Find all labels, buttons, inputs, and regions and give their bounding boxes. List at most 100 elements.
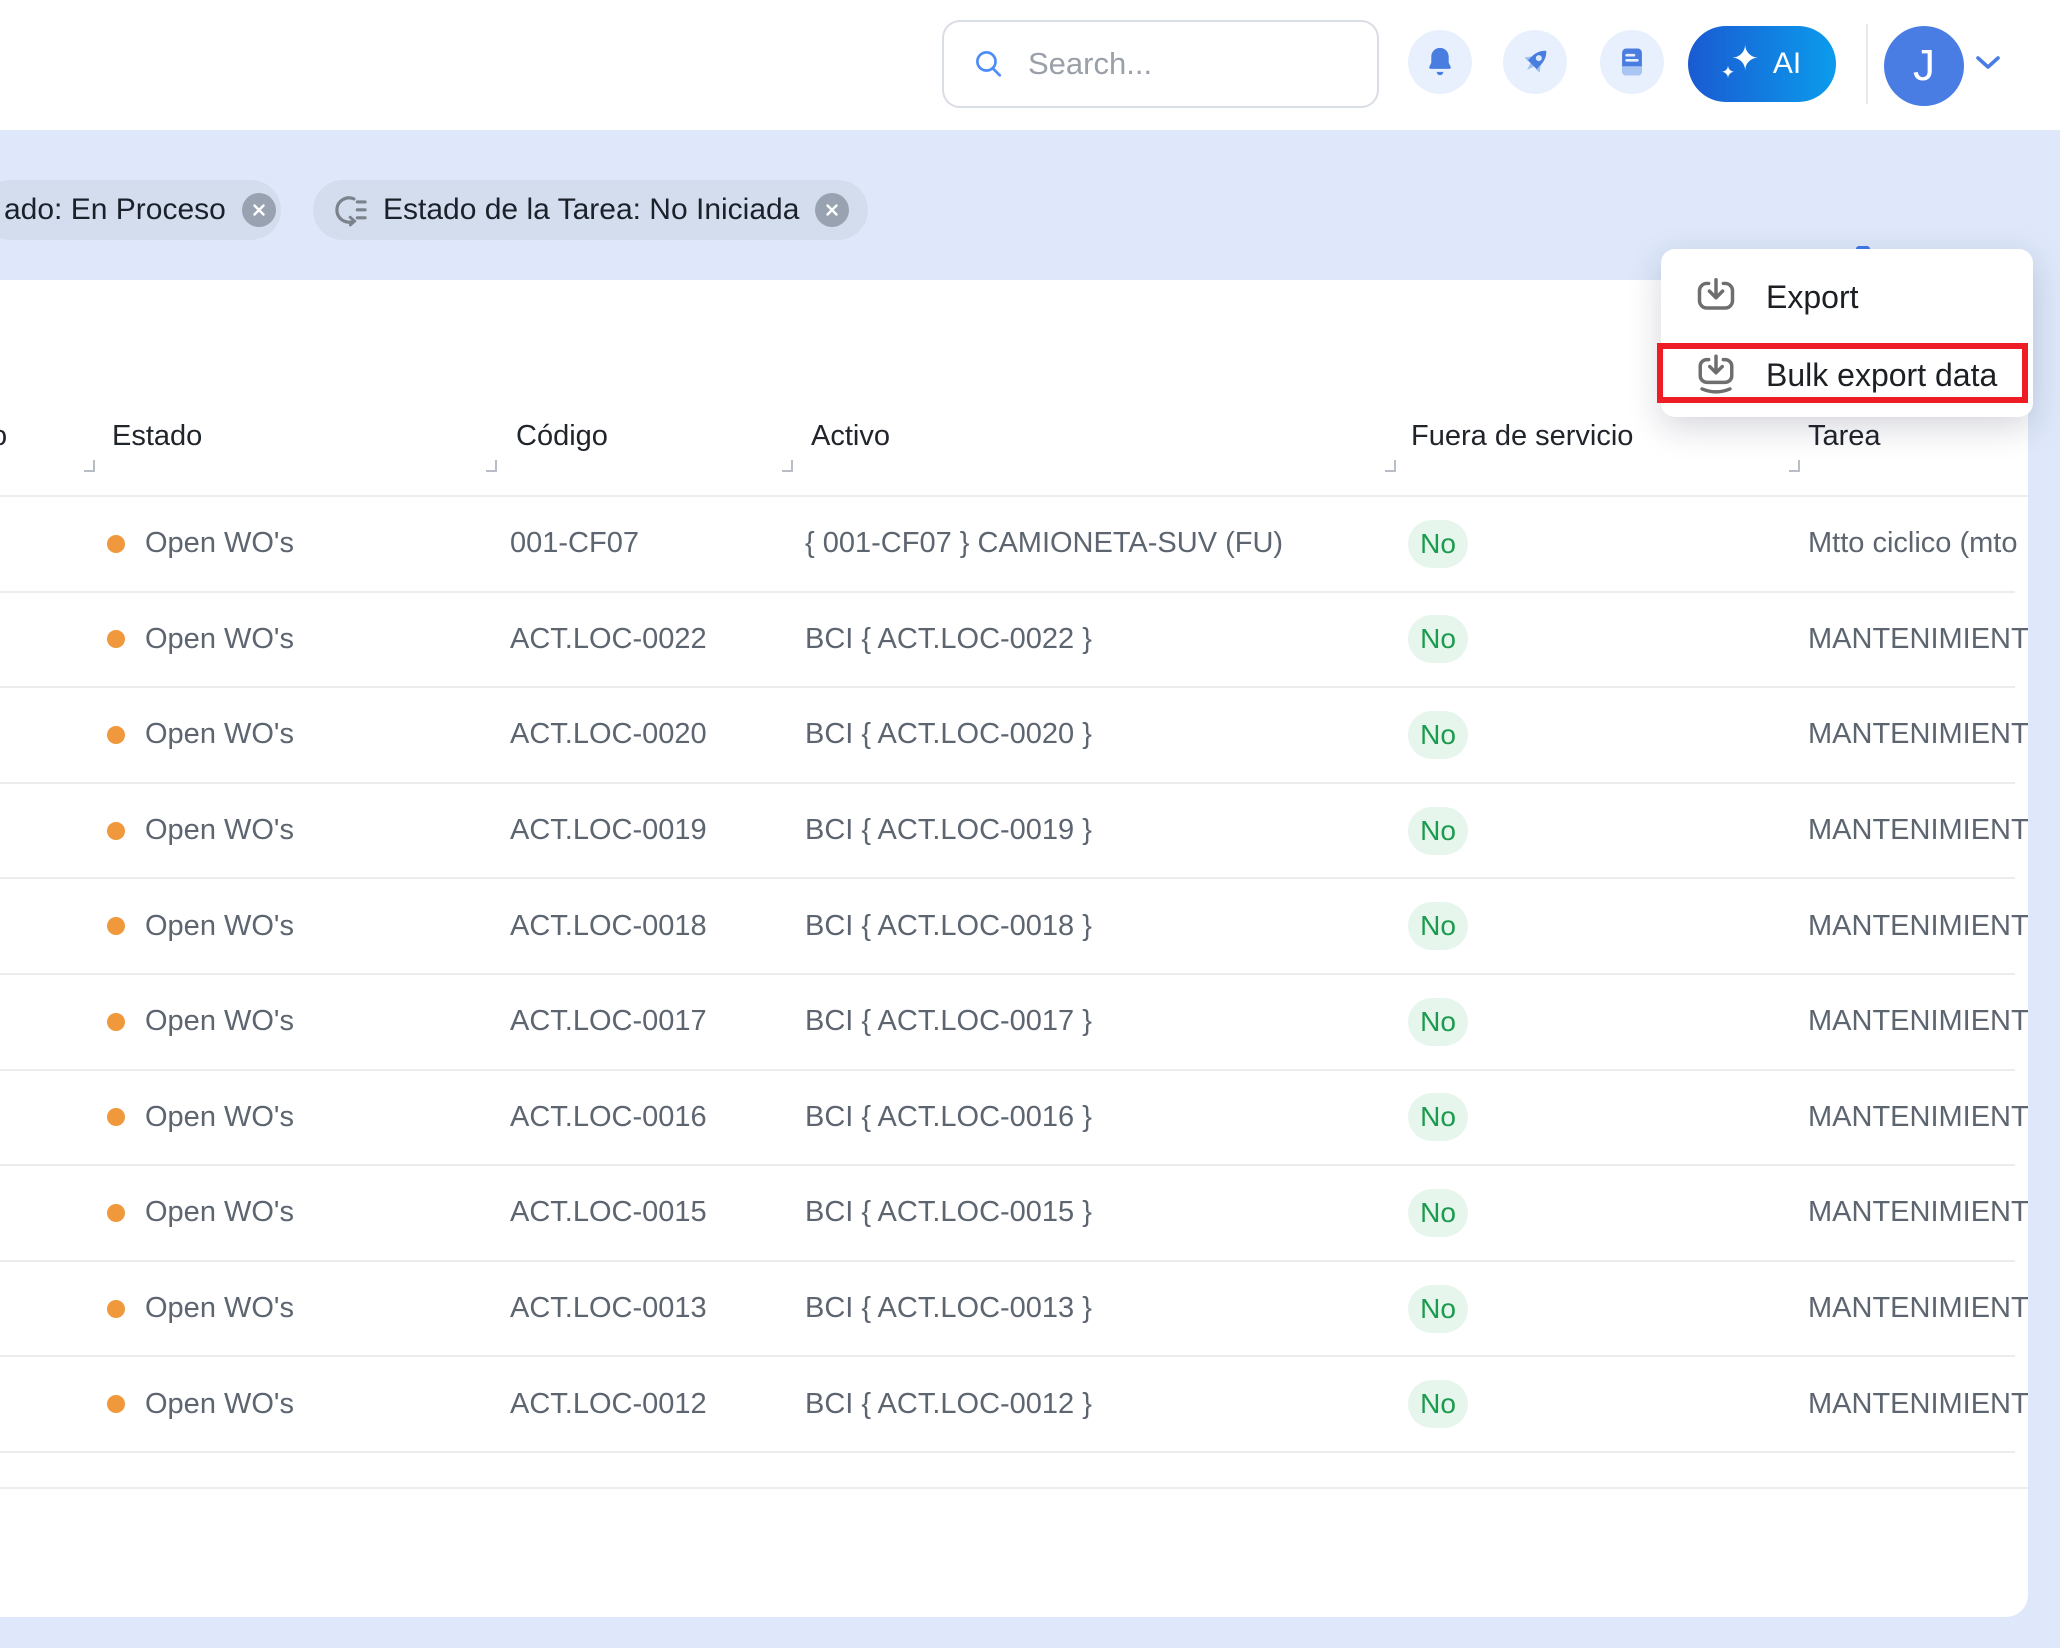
status-dot-icon — [107, 1300, 125, 1318]
status-dot-icon — [107, 822, 125, 840]
filter-chip-estado-tarea[interactable]: Estado de la Tarea: No Iniciada — [313, 180, 868, 240]
release-notes-button[interactable] — [1600, 30, 1664, 94]
cell-estado: Open WO's — [145, 879, 294, 973]
notes-icon — [1615, 45, 1649, 79]
column-header-estado[interactable]: Estado — [112, 420, 202, 453]
fuera-de-servicio-badge: No — [1408, 1380, 1468, 1428]
fuera-de-servicio-badge: No — [1408, 807, 1468, 855]
table-row[interactable]: Open WO's ACT.LOC-0017 BCI { ACT.LOC-001… — [0, 975, 2015, 1071]
table-row[interactable]: Open WO's ACT.LOC-0013 BCI { ACT.LOC-001… — [0, 1262, 2015, 1358]
remove-chip-button[interactable] — [815, 193, 849, 227]
cell-activo: BCI { ACT.LOC-0013 } — [805, 1262, 1092, 1356]
fuera-de-servicio-badge: No — [1408, 1285, 1468, 1333]
menu-item-bulk-export[interactable]: Bulk export data — [1661, 337, 2033, 413]
table-row[interactable]: Open WO's ACT.LOC-0018 BCI { ACT.LOC-001… — [0, 879, 2015, 975]
status-dot-icon — [107, 726, 125, 744]
cell-activo: BCI { ACT.LOC-0012 } — [805, 1357, 1092, 1451]
column-resize-handle[interactable] — [782, 460, 793, 472]
cell-codigo: ACT.LOC-0022 — [510, 593, 707, 687]
status-dot-icon — [107, 630, 125, 648]
fuera-de-servicio-badge: No — [1408, 1189, 1468, 1237]
table-footer-strip — [0, 1453, 2028, 1489]
table-row[interactable]: Open WO's ACT.LOC-0022 BCI { ACT.LOC-002… — [0, 593, 2015, 689]
cell-codigo: ACT.LOC-0013 — [510, 1262, 707, 1356]
table-body: Open WO's 001-CF07 { 001-CF07 } CAMIONET… — [0, 497, 2028, 1489]
filters-button[interactable] — [1846, 186, 1906, 234]
avatar[interactable]: J — [1884, 26, 1964, 106]
table-row[interactable]: Open WO's ACT.LOC-0012 BCI { ACT.LOC-001… — [0, 1357, 2015, 1453]
cell-activo: BCI { ACT.LOC-0019 } — [805, 784, 1092, 878]
bell-icon — [1422, 44, 1458, 80]
cell-codigo: ACT.LOC-0018 — [510, 879, 707, 973]
status-dot-icon — [107, 917, 125, 935]
fuera-de-servicio-badge: No — [1408, 520, 1468, 568]
menu-item-export[interactable]: Export — [1661, 259, 2033, 335]
cell-fuera-de-servicio: No — [1408, 975, 1468, 1069]
fuera-de-servicio-badge: No — [1408, 615, 1468, 663]
app-screen: Search... — [0, 0, 2060, 1648]
column-resize-handle[interactable] — [1789, 460, 1800, 472]
table-row[interactable]: Open WO's ACT.LOC-0016 BCI { ACT.LOC-001… — [0, 1071, 2015, 1167]
cell-fuera-de-servicio: No — [1408, 593, 1468, 687]
cell-tarea: MANTENIMIENT — [1808, 1262, 2028, 1356]
cell-estado: Open WO's — [145, 975, 294, 1069]
ai-button-label: AI — [1773, 47, 1801, 81]
column-header-codigo[interactable]: Código — [516, 420, 608, 453]
download-icon — [1694, 275, 1738, 319]
cell-estado: Open WO's — [145, 1071, 294, 1165]
column-header-tarea[interactable]: Tarea — [1808, 420, 1881, 453]
cell-fuera-de-servicio: No — [1408, 688, 1468, 782]
fuera-de-servicio-badge: No — [1408, 711, 1468, 759]
cell-activo: BCI { ACT.LOC-0018 } — [805, 879, 1092, 973]
cell-activo: { 001-CF07 } CAMIONETA-SUV (FU) — [805, 497, 1283, 591]
search-placeholder: Search... — [1028, 46, 1152, 82]
column-header-fuera-de-servicio[interactable]: Fuera de servicio — [1411, 420, 1633, 453]
column-header-activo[interactable]: Activo — [811, 420, 890, 453]
table-row[interactable]: Open WO's ACT.LOC-0015 BCI { ACT.LOC-001… — [0, 1166, 2015, 1262]
table-row[interactable]: Open WO's 001-CF07 { 001-CF07 } CAMIONET… — [0, 497, 2015, 593]
topbar-divider — [1866, 24, 1868, 104]
cell-estado: Open WO's — [145, 688, 294, 782]
cell-activo: BCI { ACT.LOC-0017 } — [805, 975, 1092, 1069]
close-icon — [251, 202, 267, 218]
cell-tarea: Mtto ciclico (mto — [1808, 497, 2028, 591]
fuera-de-servicio-badge: No — [1408, 1093, 1468, 1141]
cell-codigo: 001-CF07 — [510, 497, 639, 591]
cell-estado: Open WO's — [145, 1357, 294, 1451]
filter-chip-estado[interactable]: ado: En Proceso — [0, 180, 281, 240]
search-input[interactable]: Search... — [942, 20, 1379, 108]
column-resize-handle[interactable] — [1385, 460, 1396, 472]
cell-estado: Open WO's — [145, 1166, 294, 1260]
cell-tarea: MANTENIMIENT — [1808, 593, 2028, 687]
table-row[interactable]: Open WO's ACT.LOC-0020 BCI { ACT.LOC-002… — [0, 688, 2015, 784]
filter-chip-label: Estado de la Tarea: No Iniciada — [383, 193, 799, 227]
cell-fuera-de-servicio: No — [1408, 1262, 1468, 1356]
filter-chip-label: ado: En Proceso — [4, 193, 226, 227]
status-dot-icon — [107, 1013, 125, 1031]
cell-tarea: MANTENIMIENT — [1808, 1357, 2028, 1451]
column-resize-handle[interactable] — [486, 460, 497, 472]
whats-new-button[interactable] — [1503, 30, 1567, 94]
bulk-download-icon — [1694, 353, 1738, 397]
cell-fuera-de-servicio: No — [1408, 1071, 1468, 1165]
cell-codigo: ACT.LOC-0012 — [510, 1357, 707, 1451]
notifications-button[interactable] — [1408, 30, 1472, 94]
cell-codigo: ACT.LOC-0015 — [510, 1166, 707, 1260]
status-dot-icon — [107, 1108, 125, 1126]
remove-chip-button[interactable] — [242, 193, 276, 227]
fuera-de-servicio-badge: No — [1408, 998, 1468, 1046]
column-header-partial[interactable]: o — [0, 420, 7, 453]
search-icon — [972, 47, 1006, 81]
cell-estado: Open WO's — [145, 784, 294, 878]
cell-codigo: ACT.LOC-0016 — [510, 1071, 707, 1165]
chevron-down-icon[interactable] — [1974, 54, 2002, 72]
export-menu: Export Bulk export data — [1661, 249, 2033, 417]
rocket-icon — [1517, 44, 1553, 80]
status-dot-icon — [107, 1204, 125, 1222]
status-dot-icon — [107, 535, 125, 553]
ai-assistant-button[interactable]: ✦✦ AI — [1688, 26, 1836, 102]
cell-fuera-de-servicio: No — [1408, 497, 1468, 591]
column-resize-handle[interactable] — [84, 460, 95, 472]
table-row[interactable]: Open WO's ACT.LOC-0019 BCI { ACT.LOC-001… — [0, 784, 2015, 880]
cell-fuera-de-servicio: No — [1408, 1357, 1468, 1451]
